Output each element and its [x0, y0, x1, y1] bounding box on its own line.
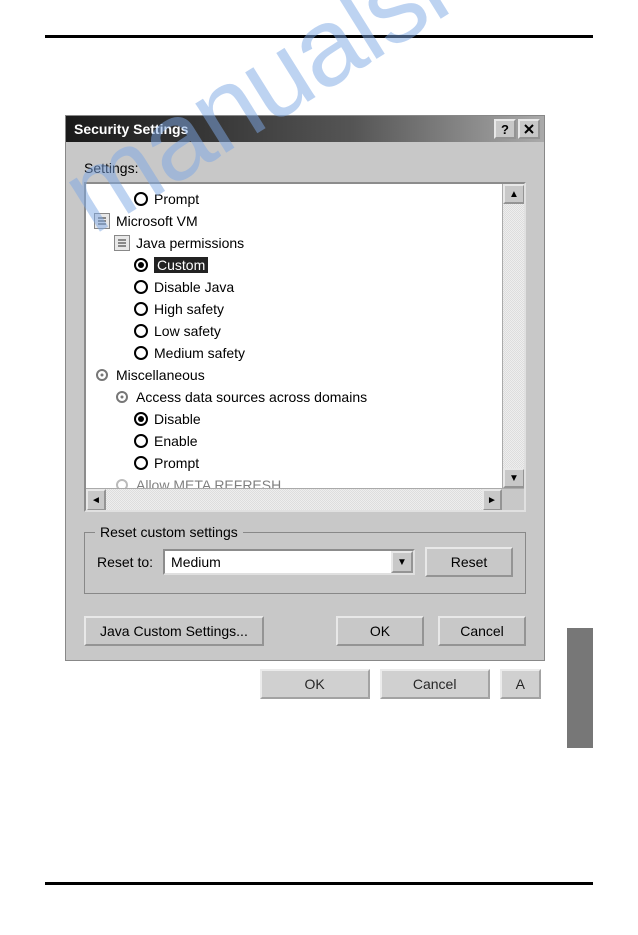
reset-custom-settings-group: Reset custom settings Reset to: Medium ▼… [84, 532, 526, 594]
reset-to-combobox[interactable]: Medium ▼ [163, 549, 415, 575]
category-icon [114, 477, 130, 488]
dialog-container: Security Settings ? Settings: Prompt Mic… [65, 115, 545, 699]
titlebar[interactable]: Security Settings ? [66, 116, 544, 142]
fieldset-legend: Reset custom settings [95, 524, 243, 540]
settings-label: Settings: [84, 160, 526, 176]
group-label: Java permissions [136, 235, 244, 251]
option-label: Prompt [154, 191, 199, 207]
scroll-corner [502, 489, 524, 511]
radio-icon [134, 324, 148, 338]
radio-icon [134, 192, 148, 206]
option-label: Disable Java [154, 279, 234, 295]
group-miscellaneous: Miscellaneous [86, 364, 502, 386]
ok-button[interactable]: OK [336, 616, 424, 646]
page-top-rule [45, 35, 593, 38]
reset-row: Reset to: Medium ▼ Reset [97, 547, 513, 577]
help-button[interactable]: ? [494, 119, 516, 139]
group-java-permissions: Java permissions [86, 232, 502, 254]
category-icon [114, 389, 130, 405]
group-label: Access data sources across domains [136, 389, 367, 405]
document-icon [94, 213, 110, 229]
radio-prompt2[interactable]: Prompt [86, 452, 502, 474]
radio-custom[interactable]: Custom [86, 254, 502, 276]
radio-prompt[interactable]: Prompt [86, 188, 502, 210]
option-label: Low safety [154, 323, 221, 339]
radio-icon [134, 434, 148, 448]
radio-disable[interactable]: Disable [86, 408, 502, 430]
category-icon [94, 367, 110, 383]
group-label: Microsoft VM [116, 213, 198, 229]
option-label-selected: Custom [154, 257, 208, 273]
radio-icon [134, 346, 148, 360]
option-label: Prompt [154, 455, 199, 471]
group-access-data-sources: Access data sources across domains [86, 386, 502, 408]
settings-tree[interactable]: Prompt Microsoft VM Java permissions Cus… [84, 182, 526, 512]
radio-medium-safety[interactable]: Medium safety [86, 342, 502, 364]
radio-selected-icon [134, 412, 148, 426]
parent-ok-button[interactable]: OK [260, 669, 370, 699]
java-custom-settings-button[interactable]: Java Custom Settings... [84, 616, 264, 646]
scroll-down-button[interactable]: ▼ [503, 468, 525, 488]
close-icon [524, 124, 534, 134]
combo-dropdown-button[interactable]: ▼ [391, 551, 413, 573]
horizontal-scrollbar[interactable]: ◄ ► [86, 488, 524, 510]
parent-cancel-button[interactable]: Cancel [380, 669, 490, 699]
radio-low-safety[interactable]: Low safety [86, 320, 502, 342]
scroll-track[interactable] [106, 489, 482, 510]
reset-to-label: Reset to: [97, 554, 153, 570]
document-icon [114, 235, 130, 251]
titlebar-title: Security Settings [74, 121, 492, 137]
scroll-left-button[interactable]: ◄ [86, 489, 106, 511]
security-settings-dialog: Security Settings ? Settings: Prompt Mic… [65, 115, 545, 661]
option-label: Disable [154, 411, 201, 427]
group-label: Miscellaneous [116, 367, 205, 383]
vertical-scrollbar[interactable]: ▲ ▼ [502, 184, 524, 488]
option-label: High safety [154, 301, 224, 317]
radio-high-safety[interactable]: High safety [86, 298, 502, 320]
group-microsoft-vm: Microsoft VM [86, 210, 502, 232]
parent-dialog-buttons: OK Cancel A [65, 669, 541, 699]
dialog-body: Settings: Prompt Microsoft VM Java permi… [66, 142, 544, 660]
radio-icon [134, 456, 148, 470]
option-label: Medium safety [154, 345, 245, 361]
group-allow-meta-refresh: Allow META REFRESH [86, 474, 502, 488]
parent-apply-button[interactable]: A [500, 669, 541, 699]
radio-enable[interactable]: Enable [86, 430, 502, 452]
option-label: Enable [154, 433, 198, 449]
scroll-right-button[interactable]: ► [482, 489, 502, 511]
radio-icon [134, 302, 148, 316]
radio-disable-java[interactable]: Disable Java [86, 276, 502, 298]
page-bottom-rule [45, 882, 593, 885]
scroll-up-button[interactable]: ▲ [503, 184, 525, 204]
radio-selected-icon [134, 258, 148, 272]
reset-button[interactable]: Reset [425, 547, 513, 577]
radio-icon [134, 280, 148, 294]
tree-content: Prompt Microsoft VM Java permissions Cus… [86, 184, 502, 488]
side-tab [567, 628, 593, 748]
cancel-button[interactable]: Cancel [438, 616, 526, 646]
dialog-button-row: Java Custom Settings... OK Cancel [84, 616, 526, 646]
group-label: Allow META REFRESH [136, 477, 281, 488]
close-button[interactable] [518, 119, 540, 139]
combo-value: Medium [171, 554, 221, 570]
